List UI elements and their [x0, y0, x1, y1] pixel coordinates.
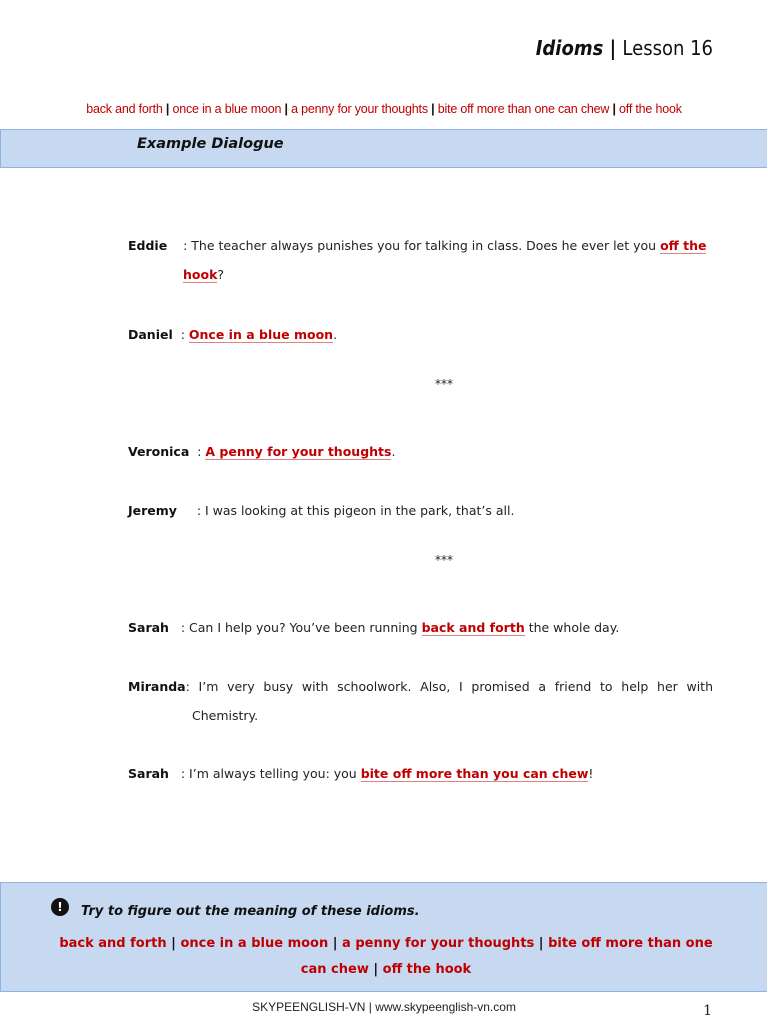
separator: |	[281, 102, 292, 116]
idiom-highlight: back and forth	[421, 620, 525, 636]
dialogue-line: Veronica : A penny for your thoughts.	[128, 437, 713, 466]
exercise-box: ! Try to figure out the meaning of these…	[0, 882, 767, 992]
idiom-item: off the hook	[382, 962, 472, 977]
speaker-separator: :	[168, 620, 190, 635]
dialogue-text: I was looking at this pigeon in the park…	[205, 503, 515, 518]
speaker-separator: :	[168, 766, 190, 781]
footer-text: SKYPEENGLISH-VN | www.skypeenglish-vn.co…	[252, 1000, 516, 1014]
dialogue-line: Eddie : The teacher always punishes you …	[128, 231, 713, 289]
exercise-prompt: Try to figure out the meaning of these i…	[81, 904, 420, 919]
separator: |	[162, 102, 173, 116]
dialogue-line: Miranda: I’m very busy with schoolwork. …	[128, 672, 713, 730]
separator: |	[368, 962, 383, 977]
idiom-list-header: back and forth | once in a blue moon | a…	[0, 102, 768, 116]
dialogue-text: The teacher always punishes you for talk…	[191, 238, 661, 253]
speaker-separator: :	[189, 444, 206, 459]
idiom-item: a penny for your thoughts	[342, 936, 535, 951]
section-heading: Example Dialogue	[137, 136, 284, 152]
idiom-highlight: bite off more than you can chew	[360, 766, 589, 782]
dialogue-line: Jeremy : I was looking at this pigeon in…	[128, 496, 713, 525]
page-title: Idioms | Lesson 16	[536, 36, 713, 60]
exclamation-icon: !	[51, 898, 69, 916]
speaker-name: Miranda	[128, 679, 186, 694]
dialogue-text: I’m very busy with schoolwork. Also, I p…	[192, 679, 714, 723]
dialogue-text: I’m always telling you: you	[189, 766, 361, 781]
speaker-separator: :	[172, 327, 189, 342]
idiom-highlight: Once in a blue moon	[188, 327, 334, 343]
speaker-name: Eddie	[128, 238, 168, 253]
speaker-name: Veronica	[128, 444, 190, 459]
title-idioms: Idioms	[535, 36, 604, 60]
speaker-name: Jeremy	[128, 503, 177, 518]
page-number: 1	[703, 1003, 712, 1019]
scene-separator: ***	[435, 377, 453, 391]
speaker-name: Daniel	[128, 327, 173, 342]
dialogue-text: the whole day.	[524, 620, 620, 635]
idiom-highlight: A penny for your thoughts	[205, 444, 392, 460]
separator: |	[166, 936, 181, 951]
exercise-idiom-list: back and forth | once in a blue moon | a…	[46, 931, 726, 983]
title-separator: |	[603, 36, 623, 60]
dialogue-text: .	[391, 444, 396, 459]
idiom-item: once in a blue moon	[172, 102, 282, 116]
section-band: Example Dialogue	[0, 129, 767, 168]
speaker-name: Sarah	[128, 766, 169, 781]
dialogue-text: ?	[217, 267, 225, 282]
idiom-item: back and forth	[86, 102, 163, 116]
separator: |	[427, 102, 438, 116]
separator: |	[609, 102, 620, 116]
idiom-item: once in a blue moon	[180, 936, 329, 951]
idiom-item: back and forth	[59, 936, 167, 951]
dialogue-line: Sarah : I’m always telling you: you bite…	[128, 759, 713, 788]
separator: |	[328, 936, 343, 951]
scene-separator: ***	[435, 553, 453, 567]
dialogue-text: Can I help you? You’ve been running	[189, 620, 422, 635]
speaker-separator: :	[167, 238, 192, 253]
idiom-item: a penny for your thoughts	[291, 102, 428, 116]
dialogue-text: .	[333, 327, 338, 342]
speaker-name: Sarah	[128, 620, 169, 635]
idiom-item: off the hook	[619, 102, 682, 116]
dialogue-line: Sarah : Can I help you? You’ve been runn…	[128, 613, 713, 642]
dialogue-line: Daniel : Once in a blue moon.	[128, 320, 713, 349]
idiom-item: bite off more than one can chew	[437, 102, 610, 116]
separator: |	[534, 936, 549, 951]
speaker-separator: :	[185, 679, 199, 694]
title-lesson: Lesson 16	[622, 36, 713, 60]
speaker-separator: :	[176, 503, 206, 518]
dialogue-text: !	[588, 766, 594, 781]
